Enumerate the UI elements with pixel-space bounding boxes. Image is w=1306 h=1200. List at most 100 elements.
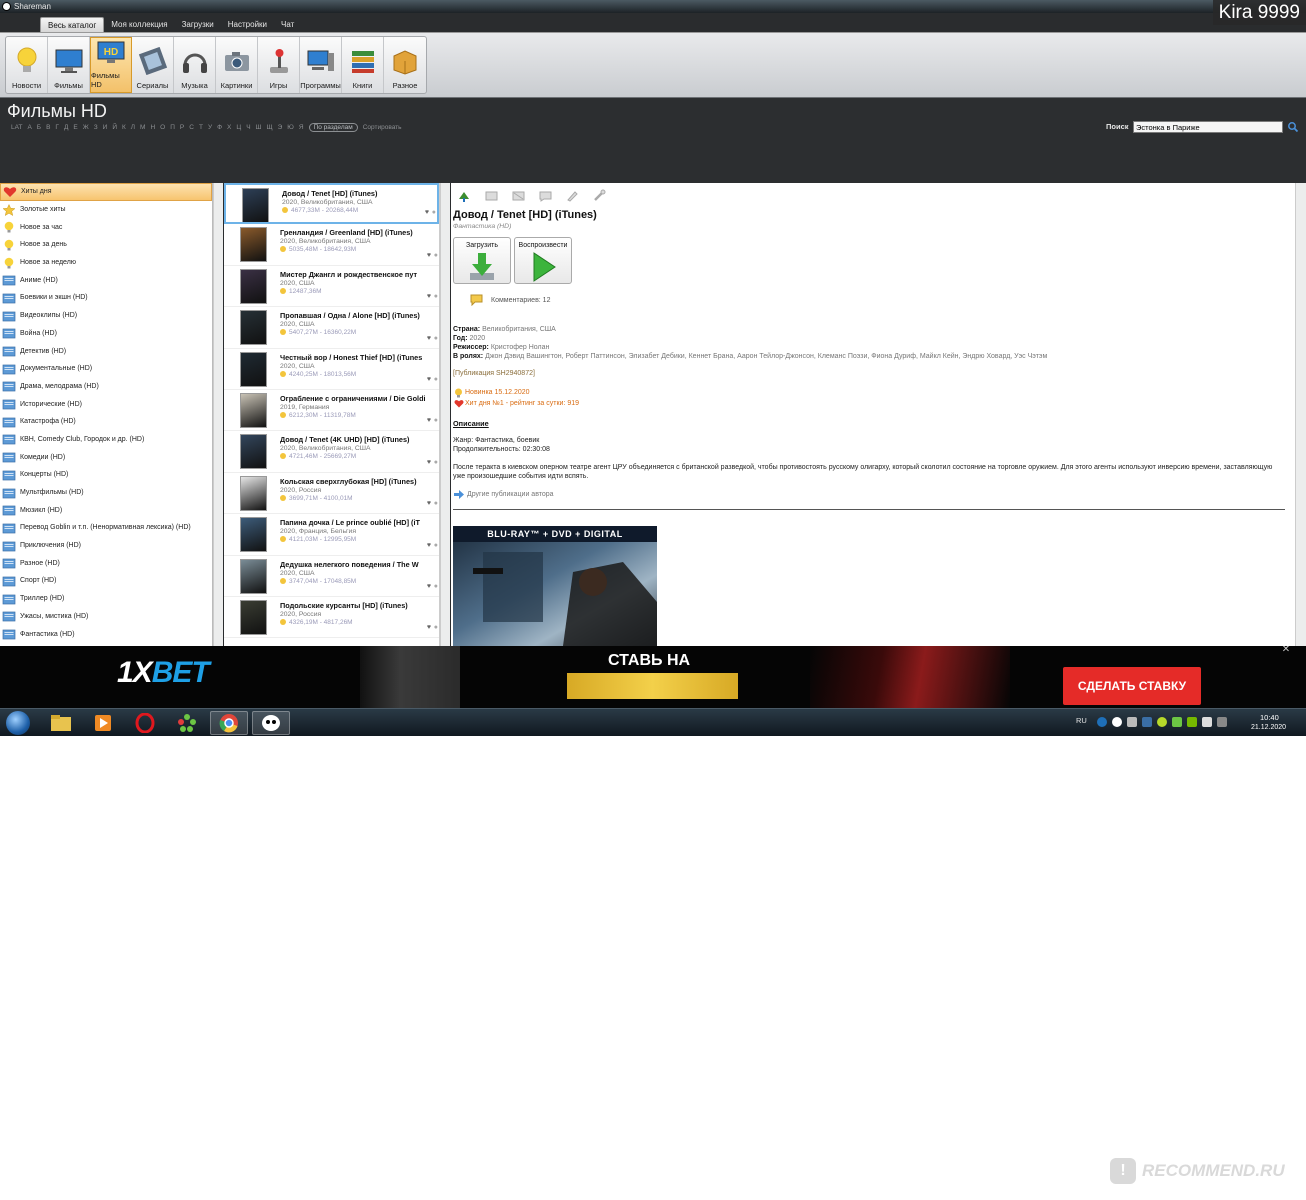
category-item[interactable]: Разное (HD) bbox=[0, 554, 212, 572]
signal-tray-icon[interactable] bbox=[1217, 717, 1227, 727]
movie-row[interactable]: Пропавшая / Одна / Alone [HD] (iTunes) 20… bbox=[224, 307, 439, 349]
alphabet-letter[interactable]: С bbox=[189, 124, 194, 131]
alphabet-letter[interactable]: О bbox=[160, 124, 165, 131]
alphabet-letter[interactable]: Н bbox=[150, 124, 155, 131]
toolbar-button[interactable]: Новости bbox=[6, 37, 48, 93]
heart-icon[interactable]: ♥ bbox=[427, 293, 431, 300]
ad-banner[interactable]: 1XBET СТАВЬ НА СДЕЛАТЬ СТАВКУ ✕ bbox=[0, 646, 1306, 708]
detail-scrollbar[interactable] bbox=[1295, 183, 1306, 646]
alphabet-letter[interactable]: А bbox=[27, 124, 31, 131]
category-item[interactable]: Мюзикл (HD) bbox=[0, 501, 212, 519]
alphabet-letter[interactable]: Щ bbox=[267, 124, 273, 131]
category-item[interactable]: Новое за неделю bbox=[0, 254, 212, 272]
toolbar-button[interactable]: HD Фильмы HD bbox=[90, 37, 132, 93]
alphabet-letter[interactable]: Б bbox=[37, 124, 41, 131]
comments-count[interactable]: Комментариев: 12 bbox=[491, 297, 550, 304]
alphabet-letter[interactable]: Ж bbox=[83, 124, 89, 131]
category-item[interactable]: Фантастика (HD) bbox=[0, 625, 212, 643]
help-tray-icon[interactable] bbox=[1097, 717, 1107, 727]
category-item[interactable]: Война (HD) bbox=[0, 325, 212, 343]
steam-tray-icon[interactable] bbox=[1142, 717, 1152, 727]
menu-tab[interactable]: Моя коллекция bbox=[104, 17, 174, 32]
category-item[interactable]: Видеоклипы (HD) bbox=[0, 307, 212, 325]
alphabet-letter[interactable]: Ч bbox=[246, 124, 250, 131]
heart-icon[interactable]: ♥ bbox=[427, 500, 431, 507]
menu-tab[interactable]: Настройки bbox=[221, 17, 274, 32]
download-button[interactable]: Загрузить bbox=[453, 237, 511, 284]
clock-time[interactable]: 10:40 bbox=[1260, 713, 1279, 722]
opera-app[interactable] bbox=[126, 711, 164, 735]
category-item[interactable]: Катастрофа (HD) bbox=[0, 413, 212, 431]
category-item[interactable]: Детектив (HD) bbox=[0, 342, 212, 360]
alphabet-letter[interactable]: Э bbox=[278, 124, 283, 131]
media-player-app[interactable] bbox=[84, 711, 122, 735]
volume-icon[interactable] bbox=[1127, 717, 1137, 727]
movie-list-scrollbar[interactable] bbox=[440, 183, 450, 646]
category-item[interactable]: Ужасы, мистика (HD) bbox=[0, 608, 212, 626]
toolbar-button[interactable]: Разное bbox=[384, 37, 426, 93]
toolbar-button[interactable]: Программы bbox=[300, 37, 342, 93]
category-item[interactable]: Драма, мелодрама (HD) bbox=[0, 378, 212, 396]
movie-row[interactable]: Дедушка нелегкого поведения / The W 2020,… bbox=[224, 556, 439, 597]
category-item[interactable]: Новое за день bbox=[0, 236, 212, 254]
movie-row[interactable]: Кольская сверхглубокая [HD] (iTunes) 2020… bbox=[224, 473, 439, 515]
alphabet-letter[interactable]: Ц bbox=[236, 124, 241, 131]
category-list-scrollbar[interactable] bbox=[213, 183, 223, 646]
flag-tray-icon[interactable] bbox=[1202, 717, 1212, 727]
search-icon[interactable] bbox=[1287, 121, 1299, 133]
movie-row[interactable]: Подольские курсанты [HD] (iTunes) 2020, Р… bbox=[224, 597, 439, 639]
alphabet-letter[interactable]: Х bbox=[227, 124, 231, 131]
alphabet-letter[interactable]: П bbox=[170, 124, 175, 131]
alphabet-letter[interactable]: Й bbox=[112, 124, 117, 131]
category-item[interactable]: Хиты дня bbox=[0, 183, 212, 201]
movie-row[interactable]: Довод / Tenet (4K UHD) [HD] (iTunes) 2020… bbox=[224, 431, 439, 473]
menu-tab[interactable]: Загрузки bbox=[175, 17, 221, 32]
movie-row[interactable]: Гренландия / Greenland [HD] (iTunes) 2020… bbox=[224, 224, 439, 266]
alphabet-letter[interactable]: Д bbox=[64, 124, 68, 131]
category-item[interactable]: Аниме (HD) bbox=[0, 271, 212, 289]
alphabet-letter[interactable]: К bbox=[122, 124, 126, 131]
edit-icon[interactable] bbox=[565, 189, 580, 203]
heart-icon[interactable]: ♥ bbox=[427, 417, 431, 424]
heart-icon[interactable]: ♥ bbox=[427, 542, 431, 549]
network-tray-icon[interactable] bbox=[1172, 717, 1182, 727]
menu-tab[interactable]: Чат bbox=[274, 17, 301, 32]
alphabet-letter[interactable]: З bbox=[94, 124, 98, 131]
heart-icon[interactable]: ♥ bbox=[427, 335, 431, 342]
category-item[interactable]: Концерты (HD) bbox=[0, 466, 212, 484]
app-tray-icon[interactable] bbox=[1157, 717, 1167, 727]
category-item[interactable]: Триллер (HD) bbox=[0, 590, 212, 608]
category-item[interactable]: КВН, Comedy Club, Городок и др. (HD) bbox=[0, 431, 212, 449]
alphabet-letter[interactable]: Ю bbox=[287, 124, 294, 131]
alphabet-letter[interactable]: Л bbox=[131, 124, 135, 131]
alphabet-letter[interactable]: У bbox=[208, 124, 212, 131]
menu-tab[interactable]: Весь каталог bbox=[40, 17, 105, 32]
sort-button[interactable]: Сортировать bbox=[363, 124, 402, 131]
add-collection-icon[interactable] bbox=[484, 189, 499, 203]
toolbar-button[interactable]: Музыка bbox=[174, 37, 216, 93]
category-item[interactable]: Комедии (HD) bbox=[0, 448, 212, 466]
nvidia-tray-icon[interactable] bbox=[1187, 717, 1197, 727]
category-item[interactable]: Боевики и экшн (HD) bbox=[0, 289, 212, 307]
alphabet-letter[interactable]: Ш bbox=[256, 124, 262, 131]
share-icon[interactable] bbox=[457, 189, 472, 203]
toolbar-button[interactable]: Книги bbox=[342, 37, 384, 93]
toolbar-button[interactable]: Игры bbox=[258, 37, 300, 93]
search-input[interactable] bbox=[1133, 121, 1283, 133]
ad-cta-button[interactable]: СДЕЛАТЬ СТАВКУ bbox=[1063, 667, 1201, 705]
category-item[interactable]: Спорт (HD) bbox=[0, 572, 212, 590]
by-sections-button[interactable]: По разделам bbox=[308, 123, 358, 132]
heart-icon[interactable]: ♥ bbox=[425, 209, 429, 216]
toolbar-button[interactable]: Сериалы bbox=[132, 37, 174, 93]
toolbar-button[interactable]: Картинки bbox=[216, 37, 258, 93]
icq-app[interactable] bbox=[168, 711, 206, 735]
category-item[interactable]: Перевод Goblin и т.п. (Ненормативная лек… bbox=[0, 519, 212, 537]
start-button[interactable] bbox=[6, 711, 30, 735]
alphabet-letter[interactable]: Г bbox=[55, 124, 59, 131]
heart-icon[interactable]: ♥ bbox=[427, 376, 431, 383]
chrome-app[interactable] bbox=[210, 711, 248, 735]
alphabet-letter[interactable]: Т bbox=[199, 124, 203, 131]
category-item[interactable]: Мультфильмы (HD) bbox=[0, 484, 212, 502]
publication-id[interactable]: [Публикация SH2940872] bbox=[453, 370, 535, 377]
movie-row[interactable]: Довод / Tenet [HD] (iTunes) 2020, Великоб… bbox=[224, 183, 439, 225]
